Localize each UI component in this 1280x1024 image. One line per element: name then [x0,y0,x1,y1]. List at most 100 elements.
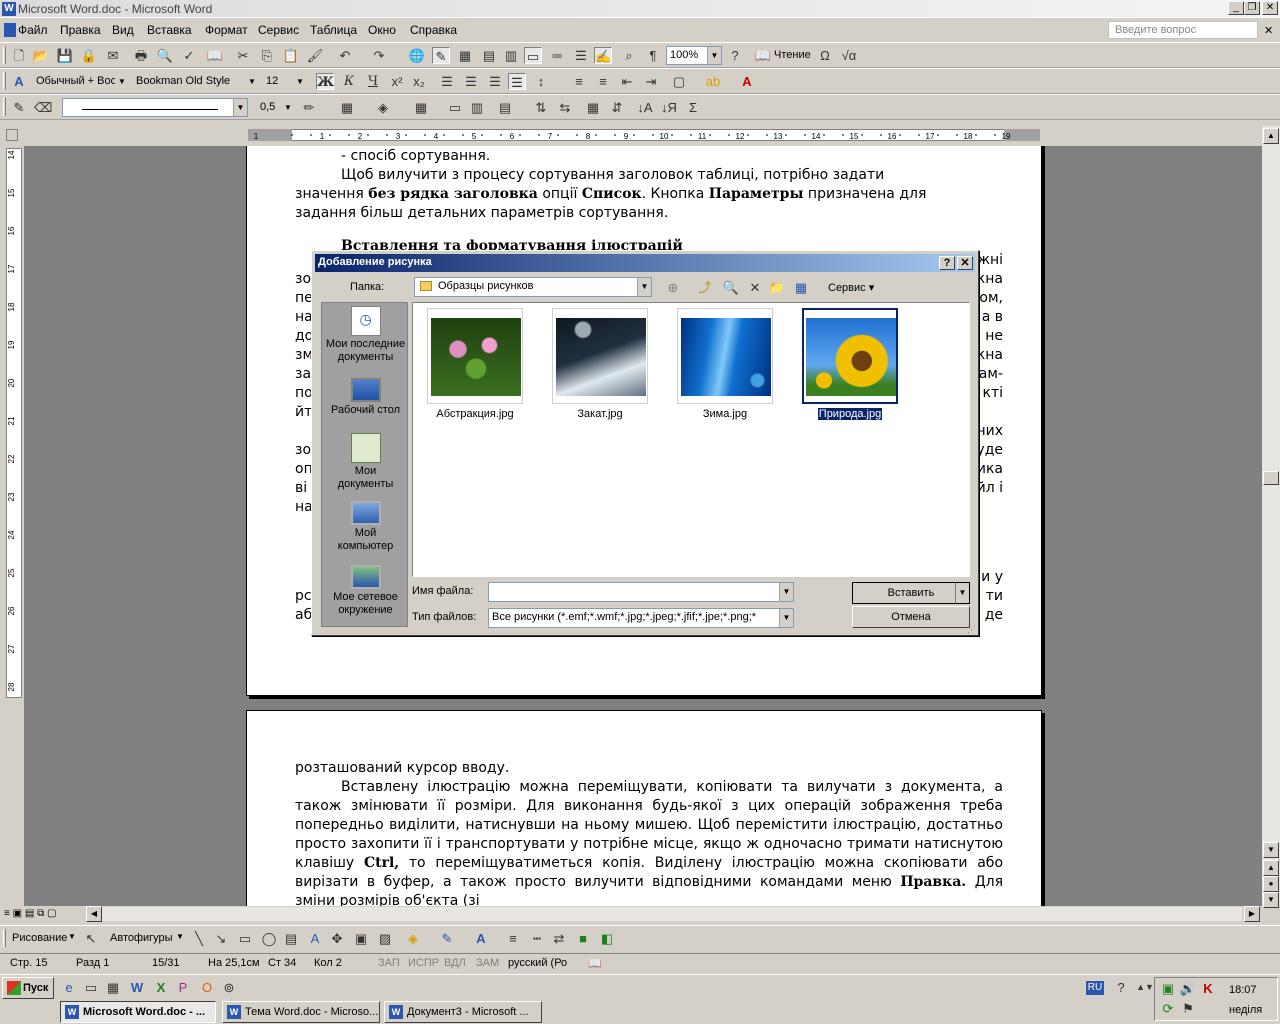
close-doc-icon[interactable]: ✕ [1264,24,1273,37]
distribute-rows-icon[interactable]: ⇅ [532,99,550,116]
menu-table[interactable]: Таблица [310,23,357,37]
diagram-icon[interactable]: ✥ [328,930,346,947]
pilcrow-icon[interactable]: ¶ [644,47,662,64]
text-direction-icon[interactable]: ⇵ [608,99,626,116]
align-center-icon[interactable]: ☰ [462,73,480,90]
ask-question-input[interactable]: Введите вопрос [1108,21,1258,39]
delete-icon[interactable]: ✕ [746,279,764,296]
print-preview-icon[interactable]: 🔍 [156,47,174,64]
numbering-icon[interactable]: ≡ [570,73,588,90]
new-doc-icon[interactable]: 🗋 [10,47,28,64]
equation-icon[interactable]: √α [840,47,858,64]
insert-button[interactable]: Вставить ▼ [852,582,970,604]
insert-table2-icon[interactable]: ▦ [412,99,430,116]
menu-edit[interactable]: Правка [60,23,101,37]
drawing-icon[interactable]: ▭ [524,47,542,64]
spelling-status-icon[interactable]: 📖 [588,957,602,970]
email-icon[interactable]: ✉ [104,47,122,64]
distribute-cols-icon[interactable]: ⇆ [556,99,574,116]
place-my-documents[interactable]: Мои документы [322,433,409,491]
rectangle-icon[interactable]: ▭ [236,930,254,947]
3d-icon[interactable]: ◧ [598,930,616,947]
task-tema-word[interactable]: W Тема Word.doc - Microso... [222,1001,380,1023]
insert-table-icon[interactable]: ▦ [456,47,474,64]
oval-icon[interactable]: ◯ [260,930,278,947]
close-button[interactable]: ✕ [1262,1,1278,15]
quick-word-icon[interactable]: W [128,979,146,996]
minimize-button[interactable]: _ [1228,1,1244,15]
menu-view[interactable]: Вид [112,23,134,37]
menu-window[interactable]: Окно [368,23,396,37]
dash-style-icon[interactable]: ┅ [528,930,546,947]
dialog-close-button[interactable]: ✕ [957,256,973,270]
align-left-icon[interactable]: ☰ [438,73,456,90]
dialog-title-bar[interactable]: Добавление рисунка ? ✕ [315,254,975,272]
merge-cells-icon[interactable]: ▭ [446,99,464,116]
autosum-icon[interactable]: Σ [684,99,702,116]
permission-icon[interactable]: 🔒 [80,47,98,64]
highlight-icon[interactable]: ab [704,73,722,90]
status-rec[interactable]: ЗАП [378,957,400,969]
eraser-icon[interactable]: ⌫ [34,99,52,116]
back-icon[interactable]: ⊕ [664,279,682,296]
file-list[interactable]: Абстракция.jpg Закат.jpg Зима.jpg Природ… [412,302,970,577]
paragraph[interactable]: Вставлену ілюстрацію можна переміщувати,… [295,778,1003,906]
copy-icon[interactable]: ⎘ [258,47,276,64]
outside-border-icon[interactable]: ▦ [338,99,356,116]
omega-icon[interactable]: Ω [816,47,834,64]
menu-format[interactable]: Формат [205,23,248,37]
line-style-icon[interactable]: ≡ [504,930,522,947]
file-name[interactable]: Закат.jpg [545,408,655,420]
quick-office-icon[interactable]: O [198,979,216,996]
flag-tray-icon[interactable]: ⚑ [1179,1000,1197,1017]
underline-button[interactable]: Ч [364,73,382,90]
tab-selector-icon[interactable] [6,129,18,141]
resize-grip[interactable]: ⋰ [967,624,976,635]
place-network[interactable]: Мое сетевое окружение [322,565,409,617]
filename-input[interactable]: ▼ [488,582,794,602]
help-icon[interactable]: ? [726,47,744,64]
file-thumb-sunset[interactable] [552,308,648,404]
vertical-scrollbar[interactable]: ▲ ▼ ▲ ● ▼ [1262,126,1280,908]
zoom-combo[interactable]: 100% ▼ [666,46,722,65]
sort-desc-icon[interactable]: ↓Я [660,99,678,116]
file-thumb-abstraction[interactable] [427,308,523,404]
increase-indent-icon[interactable]: ⇥ [642,73,660,90]
research-icon[interactable]: 📖 [206,47,224,64]
menu-file[interactable]: Файл [18,23,48,37]
show-hide-icon[interactable]: ✍ [594,47,612,64]
prev-page-icon[interactable]: ▲ [1263,860,1279,876]
draw-font-color-icon[interactable]: A [472,930,490,947]
calc-icon[interactable]: ▦ [104,979,122,996]
status-ext[interactable]: ВДЛ [444,957,466,969]
scroll-down-icon[interactable]: ▼ [1263,842,1279,858]
help-tray-icon[interactable]: ? [1112,979,1130,996]
line-style-combo[interactable]: ▼ [62,98,248,117]
paste-icon[interactable]: 📋 [282,47,300,64]
place-desktop[interactable]: Рабочий стол [322,378,409,417]
columns-icon[interactable]: ▥ [502,47,520,64]
search-web-icon[interactable]: 🔍 [722,279,740,296]
doc-icon[interactable] [4,23,16,37]
menu-tools[interactable]: Сервис [258,23,299,37]
sort-asc-icon[interactable]: ↓A [636,99,654,116]
up-folder-icon[interactable]: ⤴ [696,279,714,296]
quick-misc-icon[interactable]: ⊚ [220,979,238,996]
doc-map-icon[interactable]: ═ [548,47,566,64]
undo-icon[interactable]: ↶ [336,47,354,64]
tables-borders-icon[interactable]: ✎ [432,47,450,64]
line-spacing-icon[interactable]: ↕ [532,73,550,90]
cancel-button[interactable]: Отмена [852,606,970,628]
next-page-icon[interactable]: ▼ [1263,892,1279,908]
styles-icon[interactable]: A [10,73,28,90]
autoshapes-button[interactable]: Автофигуры [110,932,173,944]
text-line[interactable]: - спосіб сортування. [341,147,1049,166]
status-trk[interactable]: ИСПР [408,957,439,969]
save-icon[interactable]: 💾 [56,47,74,64]
border-color-icon[interactable]: ✏ [300,99,318,116]
vertical-ruler[interactable]: 14 15 16 17 18 19 20 21 22 23 24 25 26 27 28 [6,148,22,698]
align-cell-icon[interactable]: ▤ [496,99,514,116]
scroll-right-icon[interactable]: ▶ [1244,906,1260,922]
horizontal-scrollbar[interactable]: ≡ ▣ ▤ ⧉ ▢ ◀ ▶ [0,906,1262,922]
picture-icon[interactable]: ▨ [376,930,394,947]
